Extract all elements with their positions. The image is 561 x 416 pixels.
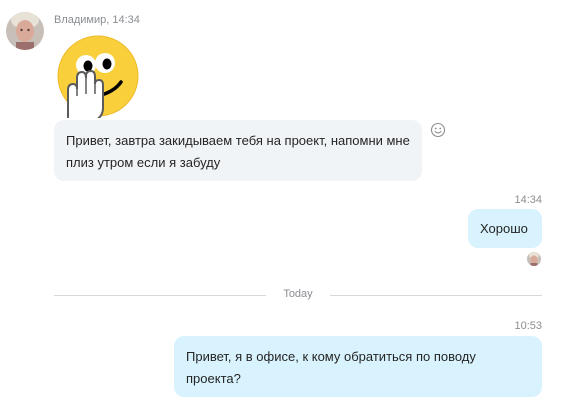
sender-avatar[interactable] (6, 12, 44, 50)
message-timestamp: 10:53 (514, 320, 542, 332)
incoming-message-bubble[interactable]: Привет, завтра закидываем тебя на проект… (54, 120, 422, 181)
date-divider-label: Today (283, 288, 313, 300)
outgoing-message-text: Хорошо (480, 221, 528, 236)
read-receipt-avatar (527, 252, 541, 266)
sender-name-time: Владимир, 14:34 (54, 14, 140, 26)
outgoing-message-bubble[interactable]: Хорошо (468, 209, 542, 248)
date-divider-line (54, 295, 266, 296)
date-divider-line (330, 295, 542, 296)
incoming-message-text: Привет, завтра закидываем тебя на проект… (66, 133, 410, 170)
message-timestamp: 14:34 (514, 194, 542, 206)
outgoing-message-bubble[interactable]: Привет, я в офисе, к кому обратиться по … (174, 336, 542, 397)
smiley-icon[interactable] (430, 122, 446, 138)
wave-emoticon-icon[interactable] (56, 34, 140, 121)
outgoing-message-text: Привет, я в офисе, к кому обратиться по … (186, 349, 476, 386)
